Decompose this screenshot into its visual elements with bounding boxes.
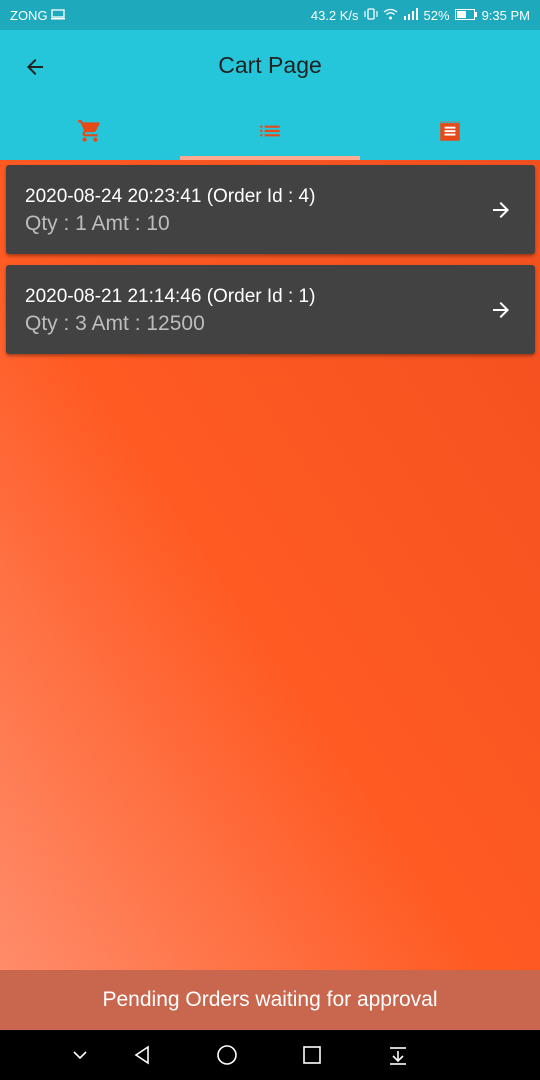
tab-receipts[interactable] [360, 102, 540, 160]
square-recents-icon [303, 1046, 321, 1064]
nav-collapse-button[interactable] [68, 1043, 92, 1067]
receipt-icon [439, 120, 461, 141]
cart-icon [78, 120, 100, 142]
nav-back-button[interactable] [130, 1043, 154, 1067]
triangle-back-icon [134, 1045, 149, 1065]
order-card[interactable]: 2020-08-21 21:14:46 (Order Id : 1) Qty :… [6, 265, 535, 354]
order-card[interactable]: 2020-08-24 20:23:41 (Order Id : 4) Qty :… [6, 165, 535, 254]
pull-down-icon [390, 1047, 406, 1065]
network-speed: 43.2 K/s [310, 7, 359, 23]
list-icon [260, 125, 280, 137]
nav-recents-button[interactable] [300, 1043, 324, 1067]
order-details: Qty : 1 Amt : 10 [25, 212, 170, 235]
order-title: 2020-08-21 21:14:46 (Order Id : 1) [25, 286, 316, 307]
page-title: Cart Page [218, 52, 322, 78]
clock-label: 9:35 PM [481, 7, 530, 23]
orders-list: 2020-08-24 20:23:41 (Order Id : 4) Qty :… [0, 160, 540, 970]
order-details: Qty : 3 Amt : 12500 [25, 312, 205, 335]
app-bar: Cart Page [0, 30, 540, 160]
signal-icon [403, 7, 419, 23]
tab-cart[interactable] [0, 102, 180, 160]
carrier-label: ZONG [10, 7, 48, 23]
pending-orders-text: Pending Orders waiting for approval [102, 988, 438, 1011]
pending-orders-banner: Pending Orders waiting for approval [0, 970, 540, 1030]
arrow-forward-icon[interactable] [489, 298, 513, 322]
nav-notifications-button[interactable] [386, 1043, 410, 1067]
status-left: ZONG [10, 8, 65, 23]
battery-label: 52% [423, 7, 450, 23]
chevron-down-icon [73, 1051, 87, 1060]
tab-orders[interactable] [180, 102, 360, 160]
order-title: 2020-08-24 20:23:41 (Order Id : 4) [25, 186, 316, 207]
wifi-icon [383, 8, 398, 23]
arrow-forward-icon[interactable] [489, 198, 513, 222]
battery-icon [454, 8, 477, 23]
status-bar: ZONG 43.2 K/s 52% 9:35 PM [0, 0, 540, 30]
title-row: Cart Page [0, 30, 540, 102]
circle-home-icon [217, 1045, 237, 1065]
screen-icon [50, 8, 65, 23]
system-nav-bar [0, 1030, 540, 1080]
tab-bar [0, 102, 540, 160]
vibrate-icon [363, 7, 378, 23]
status-right: 43.2 K/s 52% 9:35 PM [310, 7, 530, 23]
nav-home-button[interactable] [215, 1043, 239, 1067]
